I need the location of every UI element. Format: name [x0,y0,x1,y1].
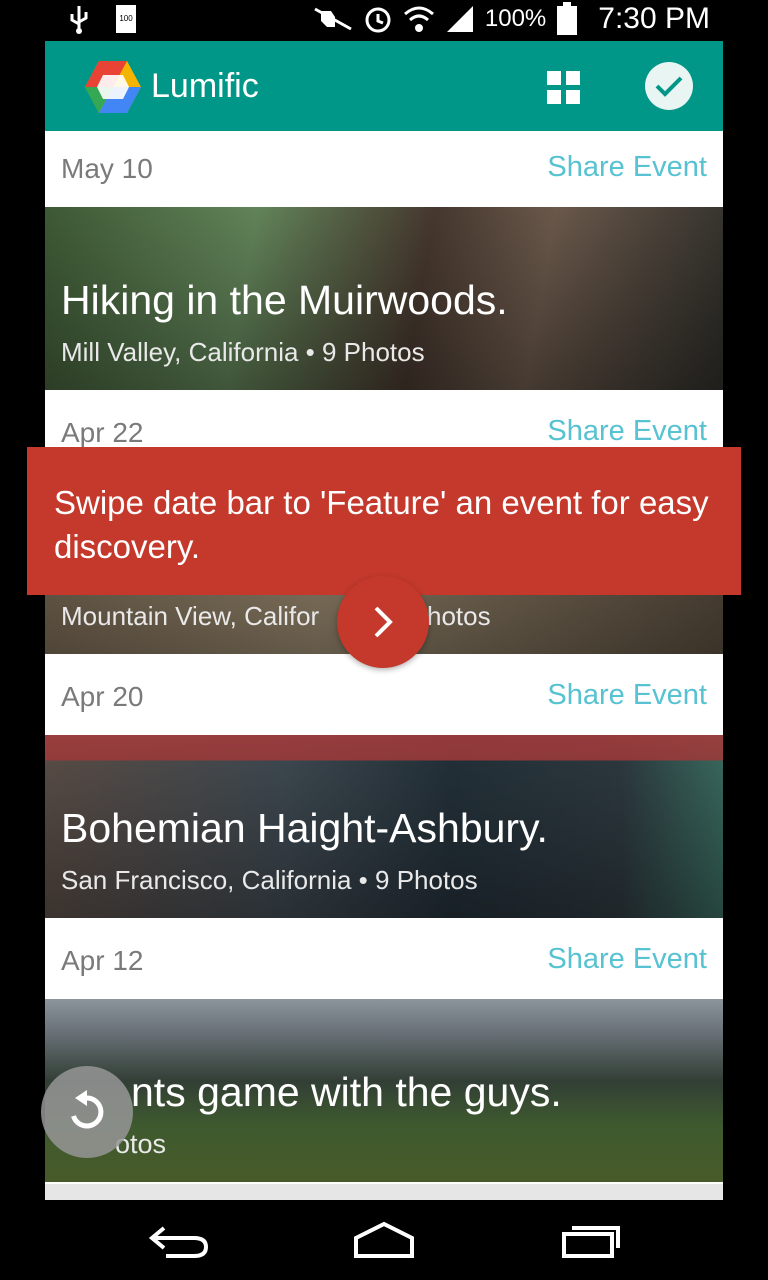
event-subtitle: Mill Valley, California • 9 Photos [61,337,425,367]
status-right: 100% 7:30 PM [313,2,710,36]
app-bar: Lumific [45,41,723,131]
event-date: Apr 12 [61,945,144,976]
event-date-bar[interactable]: Apr 12 Share Event [45,923,723,999]
event-photo[interactable]: nts game with the guys. otos [45,999,723,1182]
event-date: Apr 22 [61,417,144,448]
event-photo[interactable]: Bohemian Haight-Ashbury. San Francisco, … [45,735,723,918]
chevron-right-icon [374,606,393,638]
home-icon[interactable] [352,1220,416,1265]
wifi-icon [403,4,435,34]
event-title: Bohemian Haight-Ashbury. [61,805,548,851]
alarm-icon [363,4,393,34]
event-date: Apr 20 [61,681,144,712]
signal-icon [445,4,475,34]
battery-small-icon: 100 [116,5,136,33]
feature-tip-banner[interactable]: Swipe date bar to 'Feature' an event for… [27,447,741,595]
event-title: Hiking in the Muirwoods. [61,277,508,323]
nav-bar [0,1200,768,1280]
app-logo-icon[interactable] [83,59,143,120]
check-button[interactable] [645,62,693,110]
check-icon [655,76,683,97]
share-event-link[interactable]: Share Event [547,943,707,976]
share-event-link[interactable]: Share Event [547,679,707,712]
event-subtitle-tail: hotos [427,601,491,631]
share-event-link[interactable]: Share Event [547,151,707,184]
event-title: nts game with the guys. [131,1069,562,1115]
status-left: 100 [66,4,136,34]
event-photo[interactable]: Hiking in the Muirwoods. Mill Valley, Ca… [45,207,723,390]
status-bar: 100 100% 7:30 PM [0,0,768,40]
clock: 7:30 PM [598,2,710,35]
recents-icon[interactable] [560,1220,622,1265]
tip-next-button[interactable] [337,576,429,668]
event-date-bar[interactable]: May 10 Share Event [45,131,723,207]
usb-icon [66,4,92,34]
event-subtitle: Mountain View, Califor [61,601,320,631]
next-card-edge [45,1184,723,1200]
grid-view-icon[interactable] [547,71,581,105]
event-date-bar[interactable]: Apr 20 Share Event [45,659,723,735]
app-title: Lumific [151,67,259,105]
feature-tip-text: Swipe date bar to 'Feature' an event for… [54,484,709,565]
back-icon[interactable] [148,1220,210,1265]
event-date: May 10 [61,153,153,184]
event-subtitle: San Francisco, California • 9 Photos [61,865,478,895]
battery-icon [556,2,578,36]
share-event-link[interactable]: Share Event [547,415,707,448]
battery-percent: 100% [484,5,547,32]
refresh-icon [71,1090,104,1129]
mute-icon [313,5,353,33]
refresh-button[interactable] [41,1066,133,1158]
